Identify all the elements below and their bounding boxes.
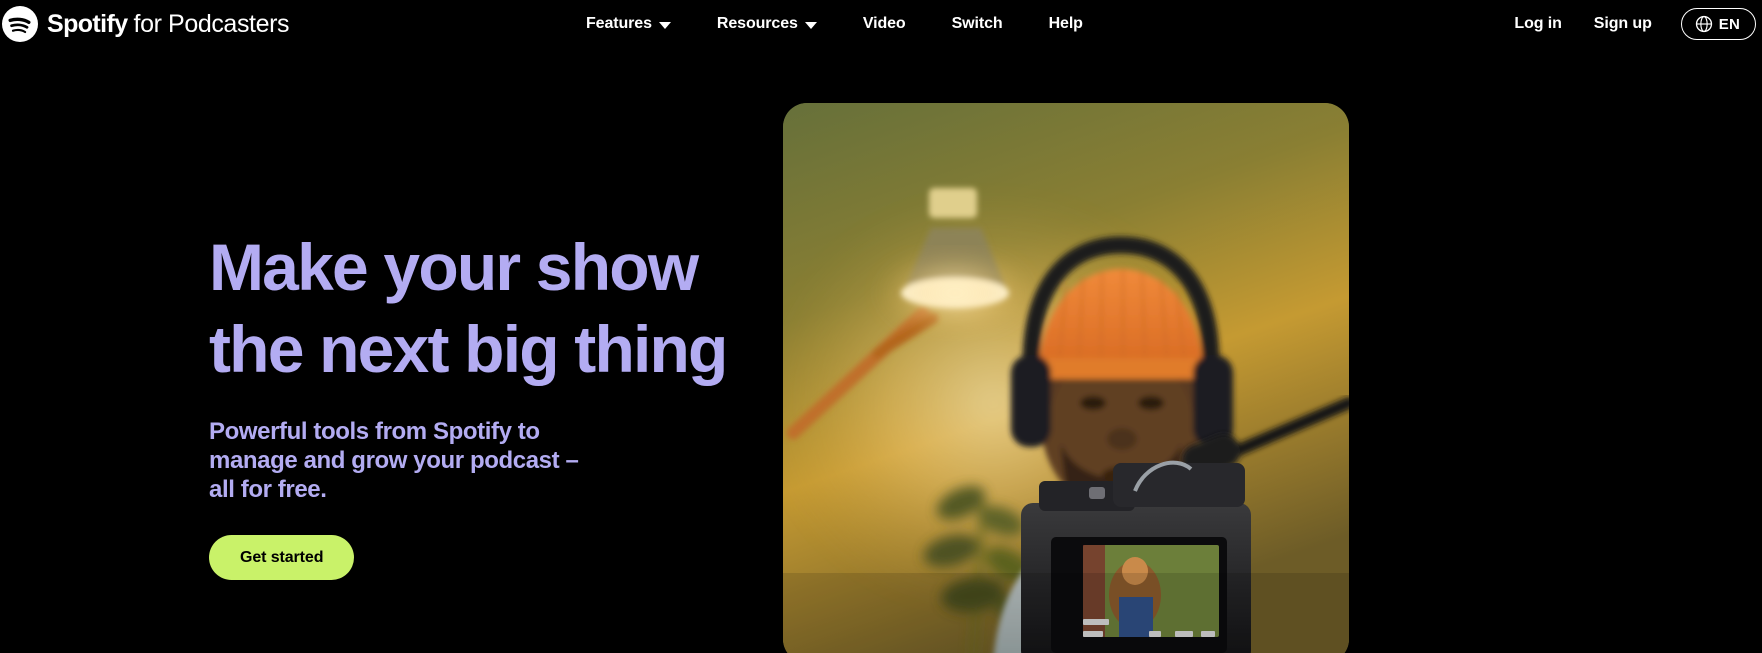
chevron-down-icon (658, 21, 671, 29)
podcaster-recording-photo (783, 103, 1349, 653)
hero-subtitle: Powerful tools from Spotify to manage an… (209, 418, 579, 503)
headline-line-2: the next big thing (209, 312, 728, 386)
nav-item-label: Features (586, 15, 652, 32)
page-title: Make your show the next big thing (209, 226, 769, 390)
globe-icon (1695, 15, 1712, 33)
nav-item-label: Video (862, 15, 906, 32)
headline-line-1: Make your show (209, 230, 699, 304)
brand-logo[interactable]: Spotify for Podcasters (0, 0, 290, 48)
brand-name-secondary: for Podcasters (133, 9, 290, 38)
language-code-label: EN (1718, 15, 1740, 33)
sign-up-link[interactable]: Sign up (1578, 0, 1668, 48)
hero-copy: Make your show the next big thing Powerf… (209, 226, 769, 580)
language-selector-button[interactable]: EN (1680, 8, 1756, 40)
spotify-logo-icon (2, 6, 38, 42)
get-started-button[interactable]: Get started (209, 535, 355, 580)
page-root: Spotify for Podcasters Features Resource… (0, 0, 1762, 653)
hero-image (783, 103, 1349, 653)
brand-name-primary: Spotify (47, 9, 128, 38)
primary-navigation: Features Resources Video Switch Help (569, 0, 1106, 48)
chevron-down-icon (804, 21, 817, 29)
nav-item-label: Resources (716, 15, 798, 32)
nav-item-video[interactable]: Video (840, 0, 929, 48)
nav-item-label: Help (1048, 15, 1083, 32)
site-header: Spotify for Podcasters Features Resource… (0, 0, 1762, 48)
header-actions: Log in Sign up EN (1498, 0, 1756, 48)
nav-item-resources[interactable]: Resources (694, 0, 840, 48)
nav-item-label: Switch (951, 15, 1003, 32)
log-in-link[interactable]: Log in (1498, 0, 1577, 48)
nav-item-features[interactable]: Features (569, 0, 694, 48)
nav-item-help[interactable]: Help (1026, 0, 1106, 48)
brand-wordmark: Spotify for Podcasters (47, 9, 290, 38)
nav-item-switch[interactable]: Switch (929, 0, 1026, 48)
